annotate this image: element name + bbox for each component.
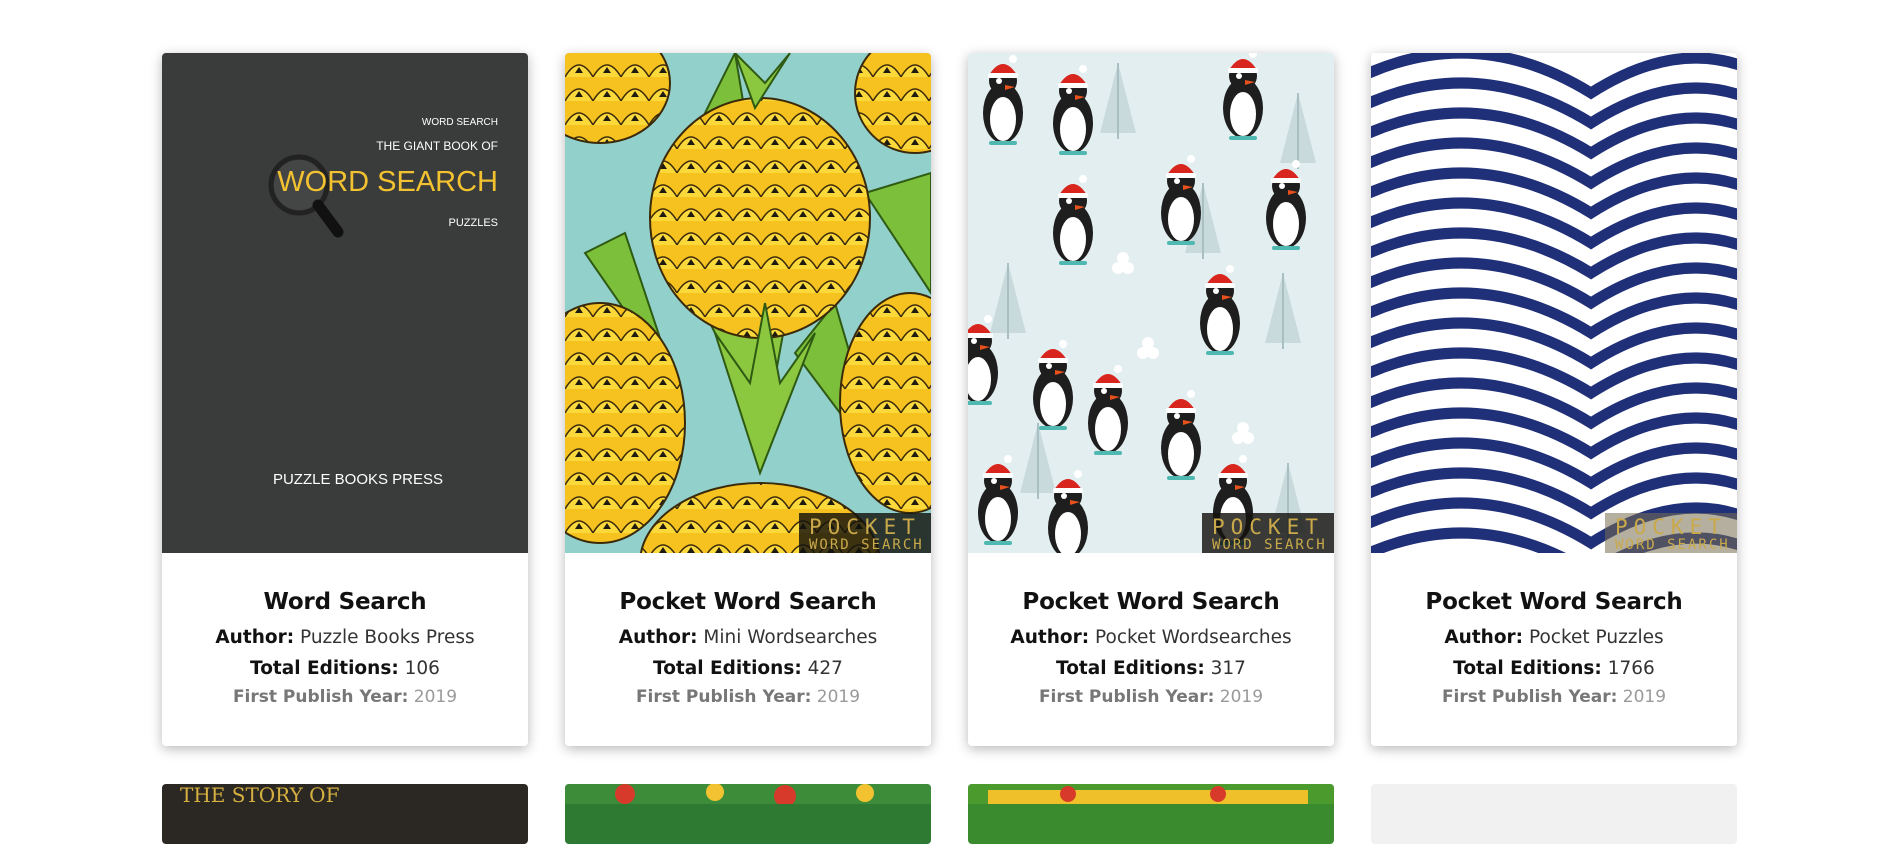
book-author: Author: Mini Wordsearches: [565, 627, 931, 648]
book-cover[interactable]: POCKET WORD SEARCH: [565, 53, 931, 553]
book-cover[interactable]: POCKET WORD SEARCH: [1371, 53, 1737, 553]
cover-line2: THE GIANT BOOK OF: [376, 139, 498, 153]
badge-top: POCKET: [1615, 515, 1727, 539]
pocket-word-search-badge: POCKET WORD SEARCH: [799, 513, 931, 553]
book-year: First Publish Year: 2019: [968, 687, 1334, 707]
cover-line3: WORD SEARCH: [277, 166, 498, 198]
cover-story-text: THE STORY OF: [180, 784, 340, 804]
book-cover[interactable]: WORD SEARCH THE GIANT BOOK OF WORD SEARC…: [162, 53, 528, 553]
book-author: Author: Pocket Puzzles: [1371, 627, 1737, 648]
book-card-partial[interactable]: [1371, 784, 1737, 844]
book-info: Pocket Word Search Author: Mini Wordsear…: [565, 553, 931, 746]
book-editions: Total Editions: 106: [162, 658, 528, 679]
year-value: 2019: [816, 687, 861, 707]
cover-word-search-image: WORD SEARCH THE GIANT BOOK OF WORD SEARC…: [162, 53, 528, 553]
book-title[interactable]: Pocket Word Search: [1371, 589, 1737, 615]
author-label: Author:: [1444, 627, 1524, 648]
book-editions: Total Editions: 1766: [1371, 658, 1737, 679]
book-card[interactable]: POCKET WORD SEARCH Pocket Word Search Au…: [968, 53, 1334, 746]
book-author: Author: Pocket Wordsearches: [968, 627, 1334, 648]
book-author: Author: Puzzle Books Press: [162, 627, 528, 648]
badge-top: POCKET: [1212, 515, 1324, 539]
book-title[interactable]: Pocket Word Search: [565, 589, 931, 615]
book-card[interactable]: POCKET WORD SEARCH Pocket Word Search Au…: [565, 53, 931, 746]
book-year: First Publish Year: 2019: [162, 687, 528, 707]
cover-pineapple-image: [565, 53, 931, 553]
cover-penguins-image: [968, 53, 1334, 553]
book-title[interactable]: Pocket Word Search: [968, 589, 1334, 615]
year-value: 2019: [1219, 687, 1264, 707]
editions-value: 1766: [1607, 658, 1655, 679]
author-value: Mini Wordsearches: [703, 627, 878, 648]
book-info: Pocket Word Search Author: Pocket Wordse…: [968, 553, 1334, 746]
year-label: First Publish Year:: [1441, 687, 1618, 707]
cover-line1: WORD SEARCH: [422, 117, 498, 128]
badge-top: POCKET: [809, 515, 921, 539]
year-value: 2019: [413, 687, 458, 707]
editions-value: 317: [1210, 658, 1246, 679]
editions-label: Total Editions:: [250, 658, 399, 679]
book-cover[interactable]: POCKET WORD SEARCH: [968, 53, 1334, 553]
cover-line4: PUZZLES: [448, 217, 498, 229]
editions-value: 106: [404, 658, 440, 679]
book-card-partial[interactable]: [565, 784, 931, 844]
book-card-partial[interactable]: THE STORY OF: [162, 784, 528, 844]
badge-bottom: WORD SEARCH: [1615, 537, 1730, 553]
year-label: First Publish Year:: [635, 687, 812, 707]
book-card[interactable]: POCKET WORD SEARCH Pocket Word Search Au…: [1371, 53, 1737, 746]
cover-waves-image: [1371, 53, 1737, 553]
year-label: First Publish Year:: [232, 687, 409, 707]
book-editions: Total Editions: 317: [968, 658, 1334, 679]
book-year: First Publish Year: 2019: [1371, 687, 1737, 707]
book-card-partial[interactable]: [968, 784, 1334, 844]
author-label: Author:: [618, 627, 698, 648]
book-grid: WORD SEARCH THE GIANT BOOK OF WORD SEARC…: [0, 0, 1898, 844]
editions-label: Total Editions:: [653, 658, 802, 679]
badge-bottom: WORD SEARCH: [809, 537, 924, 553]
editions-label: Total Editions:: [1453, 658, 1602, 679]
badge-bottom: WORD SEARCH: [1212, 537, 1327, 553]
pocket-word-search-badge: POCKET WORD SEARCH: [1202, 513, 1334, 553]
cover-festive-image: [968, 784, 1334, 804]
book-editions: Total Editions: 427: [565, 658, 931, 679]
year-value: 2019: [1622, 687, 1667, 707]
author-value: Puzzle Books Press: [299, 627, 475, 648]
cover-publisher: PUZZLE BOOKS PRESS: [273, 471, 443, 488]
author-label: Author:: [215, 627, 295, 648]
author-value: Pocket Wordsearches: [1095, 627, 1292, 648]
book-info: Pocket Word Search Author: Pocket Puzzle…: [1371, 553, 1737, 746]
editions-value: 427: [807, 658, 843, 679]
pocket-word-search-badge: POCKET WORD SEARCH: [1605, 513, 1737, 553]
book-title[interactable]: Word Search: [162, 589, 528, 615]
year-label: First Publish Year:: [1038, 687, 1215, 707]
book-card[interactable]: WORD SEARCH THE GIANT BOOK OF WORD SEARC…: [162, 53, 528, 746]
book-info: Word Search Author: Puzzle Books Press T…: [162, 553, 528, 746]
cover-holiday-image: [565, 784, 931, 807]
cover-story-image: THE STORY OF: [180, 784, 340, 807]
author-label: Author:: [1010, 627, 1090, 648]
author-value: Pocket Puzzles: [1528, 627, 1664, 648]
book-year: First Publish Year: 2019: [565, 687, 931, 707]
editions-label: Total Editions:: [1056, 658, 1205, 679]
